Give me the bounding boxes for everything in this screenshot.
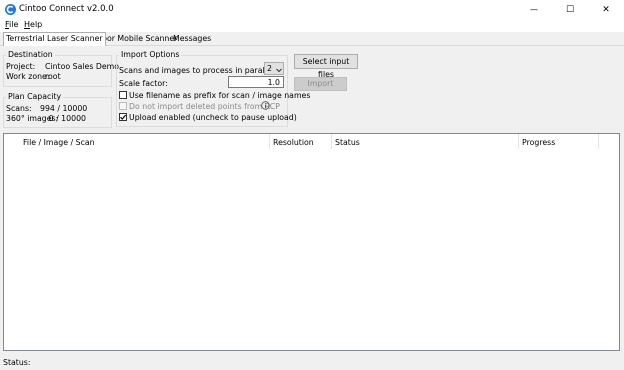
destination-group bbox=[3, 55, 112, 87]
menu-file[interactable]: File bbox=[5, 20, 18, 29]
menu-bar: File Help bbox=[0, 19, 624, 32]
scale-factor-label: Scale factor: bbox=[119, 79, 168, 88]
column-header-status[interactable]: Status bbox=[335, 138, 360, 147]
parallel-label: Scans and images to process in parallel: bbox=[119, 66, 277, 75]
project-label: Project: bbox=[6, 62, 36, 71]
checkmark-icon bbox=[120, 114, 127, 120]
import-options-title: Import Options bbox=[119, 50, 182, 59]
scale-factor-value: 1.0 bbox=[267, 78, 280, 87]
cintoo-logo-icon bbox=[5, 4, 16, 15]
window-title: Cintoo Connect v2.0.0 bbox=[19, 4, 114, 14]
file-list[interactable] bbox=[3, 133, 620, 351]
deleted-points-checkbox-label: Do not import deleted points from RCP bbox=[129, 102, 280, 111]
column-separator[interactable] bbox=[269, 134, 270, 149]
chevron-down-icon bbox=[276, 66, 282, 75]
parallel-select-value: 2 bbox=[267, 64, 272, 73]
images-value: 0 / 10000 bbox=[48, 114, 86, 123]
column-separator[interactable] bbox=[598, 134, 599, 149]
deleted-points-checkbox[interactable] bbox=[119, 102, 127, 110]
column-header-resolution[interactable]: Resolution bbox=[273, 138, 314, 147]
status-bar: Status: bbox=[0, 352, 624, 370]
maximize-button[interactable]: ☐ bbox=[552, 0, 588, 19]
upload-checkbox-label: Upload enabled (uncheck to pause upload) bbox=[129, 113, 297, 122]
project-value: Cintoo Sales Demo bbox=[45, 62, 120, 71]
menu-help[interactable]: Help bbox=[24, 20, 42, 29]
tab-terrestrial-laser-scanner[interactable]: Terrestrial Laser Scanner bbox=[3, 32, 106, 46]
workzone-value: root bbox=[45, 72, 61, 81]
minimize-icon: — bbox=[530, 5, 538, 14]
maximize-icon: ☐ bbox=[565, 4, 575, 15]
close-icon: ✕ bbox=[602, 4, 610, 15]
status-label: Status: bbox=[3, 358, 31, 367]
upload-checkbox[interactable] bbox=[119, 113, 127, 121]
plan-capacity-title: Plan Capacity bbox=[6, 92, 64, 101]
title-bar: Cintoo Connect v2.0.0 — ☐ ✕ bbox=[0, 0, 624, 19]
column-header-progress[interactable]: Progress bbox=[522, 138, 555, 147]
column-separator[interactable] bbox=[331, 134, 332, 149]
info-icon[interactable] bbox=[261, 101, 270, 110]
scale-factor-input[interactable]: 1.0 bbox=[228, 76, 284, 88]
column-separator[interactable] bbox=[518, 134, 519, 149]
import-button[interactable]: Import bbox=[294, 77, 347, 91]
destination-title: Destination bbox=[6, 50, 55, 59]
scans-value: 994 / 10000 bbox=[40, 104, 88, 113]
prefix-checkbox[interactable] bbox=[119, 91, 127, 99]
parallel-select[interactable]: 2 bbox=[264, 62, 284, 75]
workzone-label: Work zone: bbox=[6, 72, 50, 81]
tab-messages[interactable]: Messages bbox=[171, 33, 213, 45]
minimize-button[interactable]: — bbox=[516, 0, 552, 19]
select-input-files-button[interactable]: Select input files bbox=[294, 54, 358, 79]
close-button[interactable]: ✕ bbox=[588, 0, 624, 19]
scans-label: Scans: bbox=[6, 104, 32, 113]
column-header-file[interactable]: File / Image / Scan bbox=[23, 138, 95, 147]
prefix-checkbox-label: Use filename as prefix for scan / image … bbox=[129, 91, 311, 100]
